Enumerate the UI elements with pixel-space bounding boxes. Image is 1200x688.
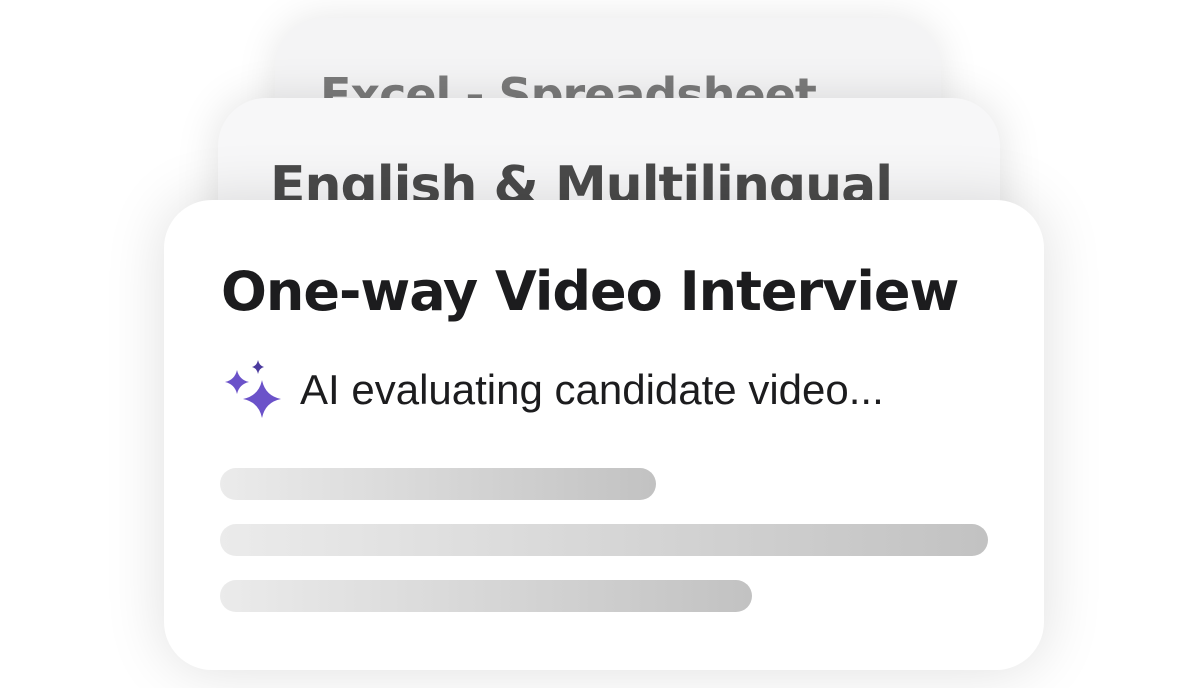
status-text: AI evaluating candidate video... xyxy=(300,366,884,413)
card-stack: Excel - Spreadsheet English & Multilingu… xyxy=(0,0,1200,688)
skeleton-line xyxy=(220,524,988,556)
evaluation-status: AI evaluating candidate video... xyxy=(224,360,884,420)
card-title: One-way Video Interview xyxy=(221,260,959,323)
sparkle-icon xyxy=(225,360,281,418)
card-one-way-video-interview[interactable]: One-way Video Interview AI evaluating ca… xyxy=(164,200,1044,670)
skeleton-line xyxy=(220,580,752,612)
skeleton-line xyxy=(220,468,656,500)
